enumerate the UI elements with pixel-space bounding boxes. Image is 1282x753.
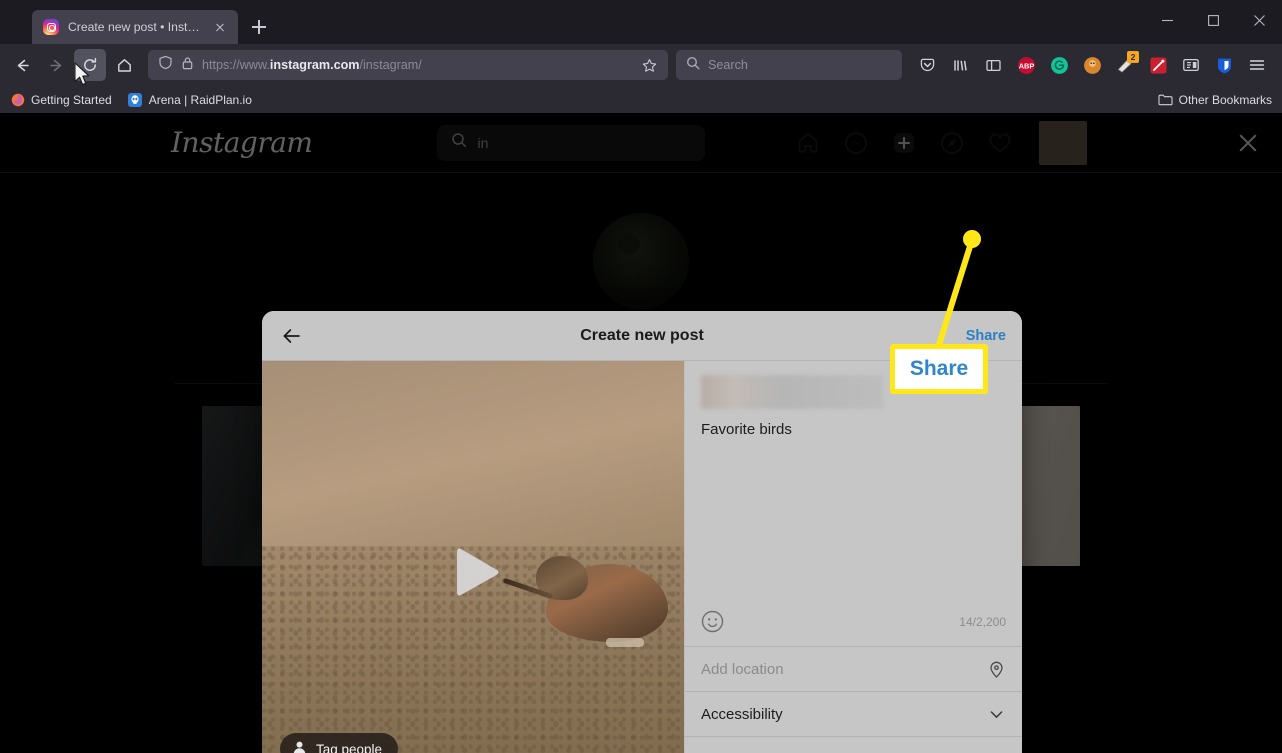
back-arrow-icon[interactable] (278, 322, 306, 350)
post-details-panel: Favorite birds 14/2,200 Add location Acc… (684, 361, 1022, 753)
back-arrow-icon[interactable] (6, 49, 38, 81)
home-icon[interactable] (108, 49, 140, 81)
bookmarks-bar: Getting Started Arena | RaidPlan.io Othe… (0, 86, 1282, 113)
raidplan-icon (128, 92, 143, 107)
folder-icon (1158, 92, 1173, 107)
honey-icon[interactable] (1077, 50, 1107, 80)
search-icon (686, 56, 700, 75)
sidebar-icon[interactable] (978, 50, 1008, 80)
location-pin-icon (986, 659, 1006, 679)
character-counter: 14/2,200 (959, 615, 1006, 629)
library-icon[interactable] (945, 50, 975, 80)
modal-body: Tag people Favorite birds 14/2,200 Add l… (262, 361, 1022, 753)
username-redacted (701, 375, 883, 409)
browser-titlebar: Create new post • Instagram (0, 0, 1282, 44)
tag-people-label: Tag people (316, 741, 383, 753)
page-viewport: Instagram in (0, 113, 1282, 753)
chevron-down-icon (986, 749, 1006, 753)
close-tab-icon[interactable] (210, 17, 230, 37)
url-text: https://www.instagram.com/instagram/ (202, 58, 422, 72)
close-window-icon[interactable] (1236, 0, 1282, 40)
browser-window: Create new post • Instagram (0, 0, 1282, 753)
caption-text[interactable]: Favorite birds (685, 409, 1022, 602)
add-location-label: Add location (701, 660, 784, 678)
minimize-icon[interactable] (1144, 0, 1190, 40)
extension-badge-icon[interactable]: 2 (1110, 50, 1140, 80)
pocket-icon[interactable] (912, 50, 942, 80)
bookmark-raidplan[interactable]: Arena | RaidPlan.io (128, 92, 252, 107)
firefox-icon (10, 92, 25, 107)
other-bookmarks-folder[interactable]: Other Bookmarks (1158, 92, 1272, 107)
extension-badge-count: 2 (1127, 51, 1139, 63)
browser-navbar: https://www.instagram.com/instagram/ Sea… (0, 44, 1282, 86)
magic-wand-icon[interactable] (1143, 50, 1173, 80)
maximize-icon[interactable] (1190, 0, 1236, 40)
share-button[interactable]: Share (966, 328, 1006, 344)
grammarly-icon[interactable] (1044, 50, 1074, 80)
extension-toolbar: ABP 2 (912, 50, 1272, 80)
mouse-cursor (74, 62, 90, 86)
bitwarden-icon[interactable] (1209, 50, 1239, 80)
tab-strip: Create new post • Instagram (0, 0, 274, 44)
emoji-smiley-icon[interactable] (701, 610, 725, 634)
reader-view-icon[interactable] (1176, 50, 1206, 80)
bird-subject (502, 546, 676, 666)
url-bar[interactable]: https://www.instagram.com/instagram/ (148, 50, 668, 80)
chevron-down-icon (986, 704, 1006, 724)
menu-hamburger-icon[interactable] (1242, 50, 1272, 80)
new-tab-button[interactable] (244, 12, 274, 42)
media-preview[interactable]: Tag people (262, 361, 684, 753)
caption-footer: 14/2,200 (685, 602, 1022, 646)
adblock-plus-icon[interactable]: ABP (1011, 50, 1041, 80)
other-bookmarks-label: Other Bookmarks (1178, 92, 1272, 107)
tab-title: Create new post • Instagram (68, 20, 201, 34)
bookmark-label: Arena | RaidPlan.io (148, 92, 252, 107)
instagram-icon (43, 19, 59, 35)
modal-title: Create new post (580, 326, 704, 344)
modal-header: Create new post Share (262, 311, 1022, 361)
username-row (685, 361, 1022, 409)
svg-text:ABP: ABP (1018, 61, 1034, 70)
accessibility-label: Accessibility (701, 705, 783, 723)
shield-icon[interactable] (158, 55, 173, 75)
star-icon[interactable] (638, 54, 660, 76)
advanced-settings-row[interactable]: Advanced settings (685, 736, 1022, 753)
tag-people-button[interactable]: Tag people (280, 733, 399, 753)
window-controls (1144, 0, 1282, 40)
bookmark-label: Getting Started (31, 92, 112, 107)
search-input[interactable]: Search (708, 58, 748, 72)
browser-tab[interactable]: Create new post • Instagram (32, 10, 238, 44)
forward-arrow-icon[interactable] (40, 49, 72, 81)
person-icon (292, 740, 307, 753)
add-location-row[interactable]: Add location (685, 646, 1022, 691)
accessibility-row[interactable]: Accessibility (685, 691, 1022, 736)
bookmark-getting-started[interactable]: Getting Started (10, 92, 112, 107)
lock-icon (181, 56, 194, 75)
browser-search-bar[interactable]: Search (676, 50, 902, 80)
create-post-modal: Create new post Share Tag people Favorit… (262, 311, 1022, 753)
